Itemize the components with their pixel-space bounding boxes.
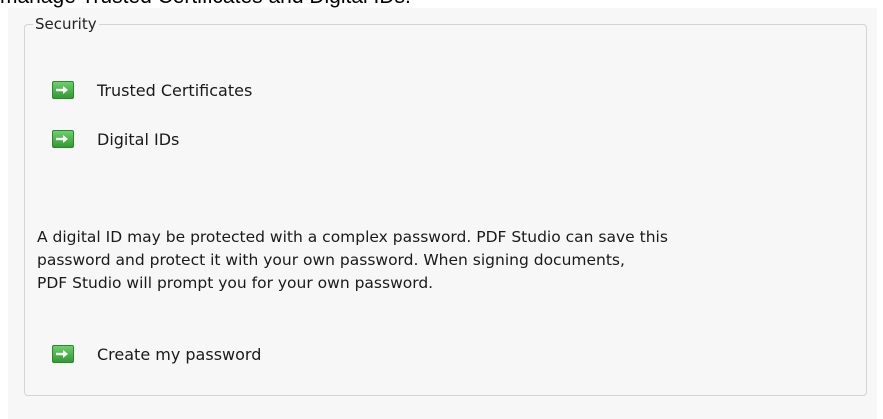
green-arrow-icon — [52, 345, 74, 363]
create-password-link[interactable]: Create my password — [52, 342, 261, 366]
password-info-text: A digital ID may be protected with a com… — [37, 226, 837, 295]
info-line: password and protect it with your own pa… — [37, 251, 625, 269]
info-line: PDF Studio will prompt you for your own … — [37, 274, 434, 292]
security-group: Security — [24, 15, 867, 396]
green-arrow-icon — [52, 130, 74, 148]
create-password-label: Create my password — [97, 344, 262, 364]
security-group-title: Security — [35, 15, 97, 33]
green-arrow-icon — [52, 81, 74, 99]
trusted-certificates-label: Trusted Certificates — [97, 80, 253, 100]
trusted-certificates-link[interactable]: Trusted Certificates — [52, 78, 252, 102]
digital-ids-label: Digital IDs — [97, 129, 180, 149]
digital-ids-link[interactable]: Digital IDs — [52, 127, 179, 151]
info-line: A digital ID may be protected with a com… — [37, 228, 668, 246]
